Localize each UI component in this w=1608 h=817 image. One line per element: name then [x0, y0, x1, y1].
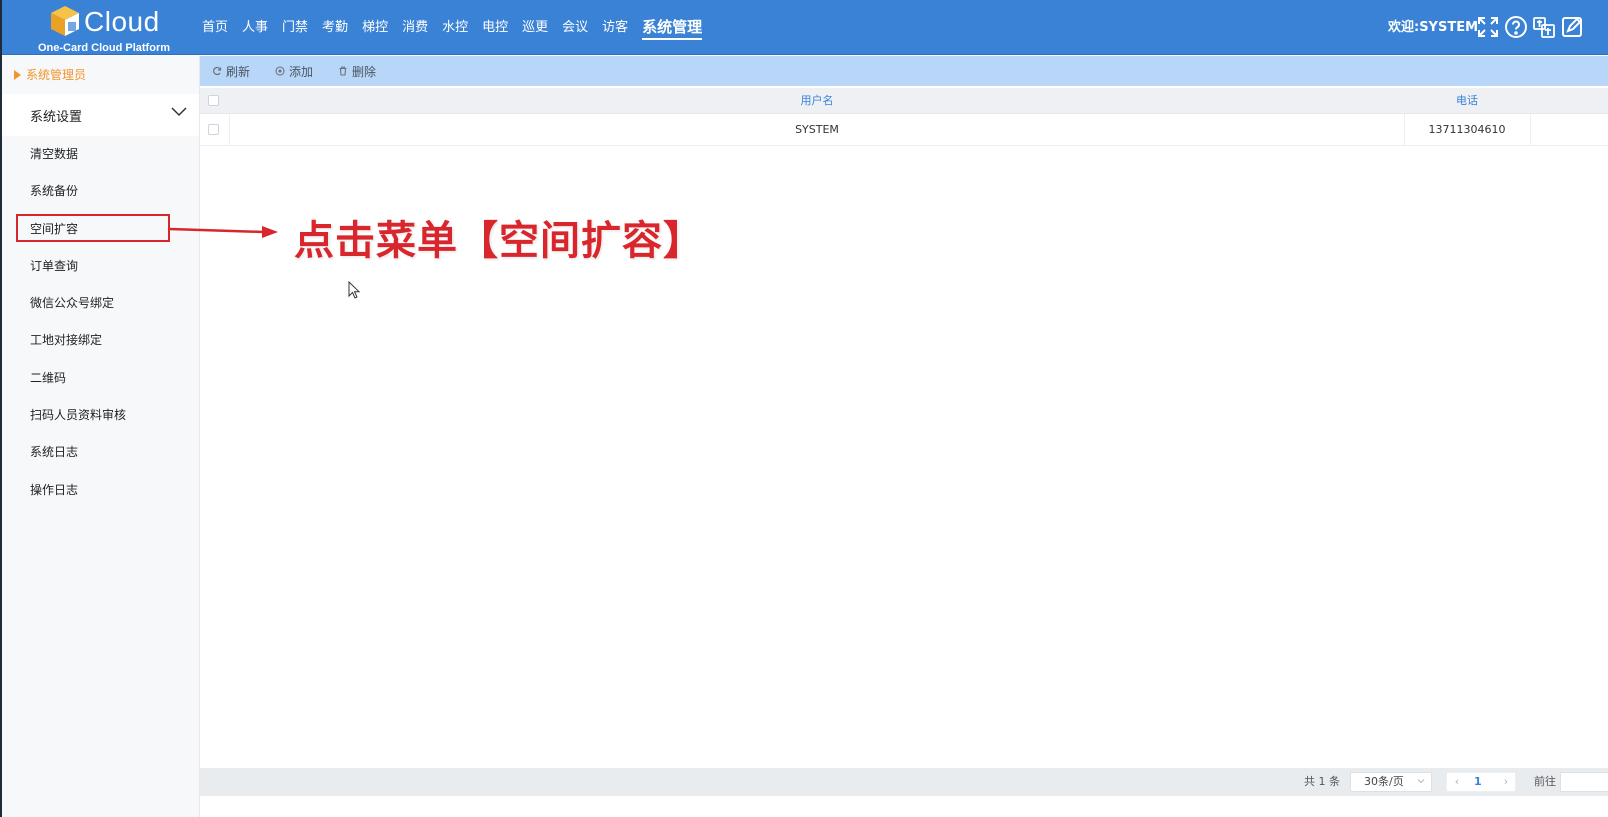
app-window: Cloud One-Card Cloud Platform 首页 人事 门禁 考…: [0, 0, 1608, 817]
delete-label: 删除: [352, 64, 377, 79]
main-nav: 首页 人事 门禁 考勤 梯控 消费 水控 电控 巡更 会议 访客 系统管理: [202, 0, 716, 55]
trash-icon: [339, 66, 347, 76]
sidebar-item-system-log[interactable]: 系统日志: [0, 434, 199, 471]
table-row[interactable]: SYSTEM 13711304610: [200, 114, 1608, 146]
column-divider: [1530, 114, 1531, 146]
top-bar: Cloud One-Card Cloud Platform 首页 人事 门禁 考…: [0, 0, 1608, 55]
sidebar-item-scan-review[interactable]: 扫码人员资料审核: [0, 397, 199, 434]
sidebar-item-system-backup[interactable]: 系统备份: [0, 173, 199, 210]
edit-icon[interactable]: [1560, 15, 1584, 39]
sidebar-menu: 清空数据 系统备份 空间扩容 订单查询 微信公众号绑定 工地对接绑定 二维码 扫…: [0, 136, 199, 509]
nav-item-access-control[interactable]: 门禁: [282, 0, 308, 55]
window-edge: [0, 0, 2, 817]
nav-item-meeting[interactable]: 会议: [562, 0, 588, 55]
sidebar-item-operation-log[interactable]: 操作日志: [0, 472, 199, 509]
toolbar: 刷新 添加 删除: [200, 56, 1608, 86]
nav-item-water-control[interactable]: 水控: [442, 0, 468, 55]
cell-username: SYSTEM: [795, 123, 839, 136]
sidebar-item-qrcode[interactable]: 二维码: [0, 360, 199, 397]
sidebar-group-system-settings[interactable]: 系统设置: [0, 94, 199, 136]
delete-button[interactable]: 删除: [338, 63, 376, 80]
sidebar-item-wechat-binding[interactable]: 微信公众号绑定: [0, 285, 199, 322]
mouse-cursor-icon: [348, 281, 360, 299]
pagination-bar: 共 1 条 30条/页 ‹ 1 › 前往: [200, 768, 1608, 796]
row-checkbox[interactable]: [208, 124, 219, 135]
refresh-button[interactable]: 刷新: [212, 63, 250, 80]
page-size-value: 30条/页: [1364, 775, 1404, 788]
annotation-text: 点击菜单【空间扩容】: [294, 218, 704, 264]
help-icon[interactable]: [1504, 15, 1528, 39]
sidebar: 系统管理员 系统设置 清空数据 系统备份 空间扩容 订单查询 微信公众号绑定 工…: [0, 56, 200, 817]
sidebar-role[interactable]: 系统管理员: [14, 66, 86, 83]
welcome-text: 欢迎:SYSTEM: [1388, 20, 1479, 35]
sidebar-item-site-binding[interactable]: 工地对接绑定: [0, 322, 199, 359]
add-icon: [275, 66, 285, 76]
nav-item-patrol[interactable]: 巡更: [522, 0, 548, 55]
refresh-label: 刷新: [226, 64, 251, 79]
nav-item-power-control[interactable]: 电控: [482, 0, 508, 55]
caret-right-icon: [14, 69, 21, 80]
sidebar-group-label: 系统设置: [30, 109, 83, 125]
chevron-down-icon: [1417, 779, 1425, 784]
cell-phone: 13711304610: [1428, 123, 1506, 136]
page-navigator: ‹ 1 ›: [1446, 772, 1516, 792]
table-header: 用户名 电话: [200, 88, 1608, 114]
chevron-down-icon: [171, 107, 187, 117]
nav-item-attendance[interactable]: 考勤: [322, 0, 348, 55]
nav-item-system-management[interactable]: 系统管理: [642, 0, 703, 55]
add-button[interactable]: 添加: [275, 63, 313, 80]
current-page[interactable]: 1: [1474, 773, 1482, 791]
annotation-arrow-icon: [170, 226, 278, 238]
logo-subtitle: One-Card Cloud Platform: [38, 42, 171, 54]
column-header-phone[interactable]: 电话: [1404, 88, 1530, 114]
logo-text: Cloud: [84, 6, 160, 37]
logo-cube-icon: [51, 6, 79, 36]
goto-page-input[interactable]: [1560, 772, 1608, 792]
logo[interactable]: Cloud One-Card Cloud Platform: [36, 2, 186, 54]
total-count: 共 1 条: [1304, 775, 1340, 788]
nav-item-consumption[interactable]: 消费: [402, 0, 428, 55]
language-icon[interactable]: [1532, 15, 1556, 39]
prev-page-icon[interactable]: ‹: [1448, 773, 1466, 791]
nav-item-home[interactable]: 首页: [202, 0, 228, 55]
nav-item-personnel[interactable]: 人事: [242, 0, 268, 55]
top-icons: [1476, 15, 1584, 39]
next-page-icon[interactable]: ›: [1497, 773, 1515, 791]
nav-item-elevator[interactable]: 梯控: [362, 0, 388, 55]
fullscreen-icon[interactable]: [1476, 15, 1500, 39]
select-all-checkbox[interactable]: [208, 95, 219, 106]
nav-item-visitor[interactable]: 访客: [602, 0, 628, 55]
goto-label: 前往: [1534, 775, 1556, 788]
page-size-select[interactable]: 30条/页: [1350, 772, 1432, 792]
sidebar-item-order-query[interactable]: 订单查询: [0, 248, 199, 285]
add-label: 添加: [289, 64, 314, 79]
user-table: 用户名 电话 SYSTEM 13711304610: [200, 88, 1608, 146]
sidebar-item-clear-data[interactable]: 清空数据: [0, 136, 199, 173]
sidebar-role-label: 系统管理员: [26, 68, 87, 82]
column-header-username[interactable]: 用户名: [230, 88, 1404, 114]
highlight-box: [16, 214, 170, 242]
refresh-icon: [213, 66, 222, 76]
